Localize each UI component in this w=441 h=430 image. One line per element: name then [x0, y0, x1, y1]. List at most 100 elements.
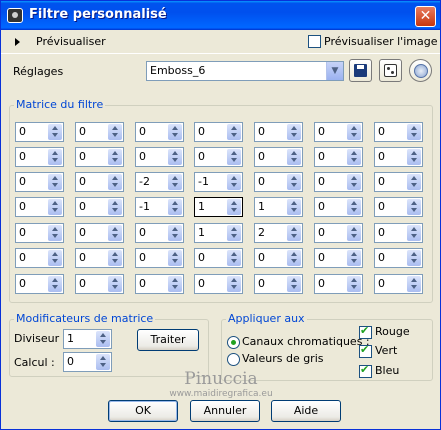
matrix-cell[interactable]: 0: [15, 172, 64, 192]
bias-spinner[interactable]: 0: [63, 352, 112, 372]
matrix-cell[interactable]: 0: [15, 274, 64, 294]
spin-arrows-icon[interactable]: [48, 250, 62, 266]
gray-radio[interactable]: [227, 353, 240, 366]
gray-label[interactable]: Valeurs de gris: [242, 352, 324, 365]
spin-arrows-icon[interactable]: [287, 276, 301, 292]
spin-arrows-icon[interactable]: [168, 276, 182, 292]
spin-arrows-icon[interactable]: [287, 174, 301, 190]
green-label[interactable]: Vert: [375, 344, 397, 357]
matrix-cell[interactable]: 0: [75, 147, 124, 167]
matrix-cell[interactable]: -1: [194, 172, 243, 192]
matrix-cell[interactable]: 0: [374, 248, 423, 268]
spin-arrows-icon[interactable]: [287, 199, 301, 215]
matrix-cell[interactable]: 0: [135, 248, 184, 268]
spin-arrows-icon[interactable]: [347, 149, 361, 165]
cancel-button[interactable]: Annuler: [190, 400, 260, 422]
randomize-button[interactable]: [379, 59, 402, 82]
matrix-cell[interactable]: 0: [254, 122, 303, 142]
matrix-cell[interactable]: 2: [254, 223, 303, 243]
matrix-cell[interactable]: 0: [314, 172, 363, 192]
matrix-cell[interactable]: 0: [75, 223, 124, 243]
save-preset-button[interactable]: [349, 59, 372, 82]
matrix-cell[interactable]: 0: [194, 122, 243, 142]
chevron-down-icon[interactable]: ▼: [326, 62, 343, 80]
chromatic-radio[interactable]: [227, 336, 240, 349]
matrix-cell[interactable]: 0: [15, 122, 64, 142]
spin-arrows-icon[interactable]: [168, 174, 182, 190]
chromatic-label[interactable]: Canaux chromatiques :: [242, 335, 370, 348]
preview-image-checkbox[interactable]: [308, 35, 321, 48]
blue-label[interactable]: Bleu: [375, 364, 399, 377]
spin-arrows-icon[interactable]: [48, 199, 62, 215]
spin-arrows-icon[interactable]: [48, 174, 62, 190]
reset-button[interactable]: [409, 59, 432, 82]
matrix-cell[interactable]: 0: [15, 223, 64, 243]
matrix-cell[interactable]: 0: [374, 122, 423, 142]
matrix-cell[interactable]: 0: [135, 147, 184, 167]
matrix-cell[interactable]: 0: [135, 223, 184, 243]
spin-arrows-icon[interactable]: [108, 250, 122, 266]
matrix-cell[interactable]: 0: [75, 248, 124, 268]
matrix-cell[interactable]: 0: [15, 147, 64, 167]
preset-select[interactable]: Emboss_6 ▼: [146, 61, 344, 81]
matrix-cell[interactable]: -1: [135, 197, 184, 217]
matrix-cell[interactable]: 1: [194, 223, 243, 243]
matrix-cell[interactable]: 0: [374, 223, 423, 243]
matrix-cell[interactable]: 0: [314, 147, 363, 167]
matrix-cell[interactable]: -2: [135, 172, 184, 192]
spin-arrows-icon[interactable]: [227, 276, 241, 292]
matrix-cell[interactable]: 1: [194, 197, 243, 217]
green-checkbox[interactable]: [359, 343, 372, 358]
red-label[interactable]: Rouge: [375, 325, 410, 338]
spin-arrows-icon[interactable]: [287, 225, 301, 241]
red-checkbox[interactable]: [359, 324, 372, 339]
matrix-cell[interactable]: 0: [374, 197, 423, 217]
spin-arrows-icon[interactable]: [48, 124, 62, 140]
spin-arrows-icon[interactable]: [108, 149, 122, 165]
blue-checkbox[interactable]: [359, 363, 372, 378]
matrix-cell[interactable]: 0: [135, 274, 184, 294]
spin-arrows-icon[interactable]: [347, 124, 361, 140]
spin-arrows-icon[interactable]: [108, 174, 122, 190]
process-button[interactable]: Traiter: [137, 329, 199, 351]
spin-arrows-icon[interactable]: [407, 174, 421, 190]
matrix-cell[interactable]: 0: [75, 172, 124, 192]
matrix-cell[interactable]: 0: [374, 147, 423, 167]
preview-label[interactable]: Prévisualiser: [36, 35, 106, 48]
spin-arrows-icon[interactable]: [48, 149, 62, 165]
matrix-cell[interactable]: 0: [135, 122, 184, 142]
matrix-cell[interactable]: 0: [194, 147, 243, 167]
preview-expand-icon[interactable]: [15, 38, 20, 46]
matrix-cell[interactable]: 0: [254, 248, 303, 268]
matrix-cell[interactable]: 0: [314, 274, 363, 294]
spin-arrows-icon[interactable]: [96, 331, 110, 347]
matrix-cell[interactable]: 0: [254, 274, 303, 294]
divisor-spinner[interactable]: 1: [63, 329, 112, 349]
ok-button[interactable]: OK: [108, 400, 178, 422]
spin-arrows-icon[interactable]: [168, 149, 182, 165]
matrix-cell[interactable]: 0: [75, 274, 124, 294]
matrix-cell[interactable]: 0: [314, 248, 363, 268]
spin-arrows-icon[interactable]: [108, 199, 122, 215]
spin-arrows-icon[interactable]: [407, 250, 421, 266]
spin-arrows-icon[interactable]: [227, 199, 241, 215]
spin-arrows-icon[interactable]: [108, 225, 122, 241]
matrix-cell[interactable]: 0: [314, 197, 363, 217]
spin-arrows-icon[interactable]: [347, 250, 361, 266]
matrix-cell[interactable]: 0: [75, 197, 124, 217]
matrix-cell[interactable]: 0: [374, 274, 423, 294]
matrix-cell[interactable]: 0: [374, 172, 423, 192]
close-button[interactable]: ✕: [415, 6, 436, 27]
spin-arrows-icon[interactable]: [48, 276, 62, 292]
matrix-cell[interactable]: 0: [15, 248, 64, 268]
spin-arrows-icon[interactable]: [347, 276, 361, 292]
spin-arrows-icon[interactable]: [168, 199, 182, 215]
matrix-cell[interactable]: 0: [254, 147, 303, 167]
spin-arrows-icon[interactable]: [108, 124, 122, 140]
spin-arrows-icon[interactable]: [407, 225, 421, 241]
spin-arrows-icon[interactable]: [108, 276, 122, 292]
spin-arrows-icon[interactable]: [227, 250, 241, 266]
spin-arrows-icon[interactable]: [407, 149, 421, 165]
spin-arrows-icon[interactable]: [168, 225, 182, 241]
spin-arrows-icon[interactable]: [287, 124, 301, 140]
